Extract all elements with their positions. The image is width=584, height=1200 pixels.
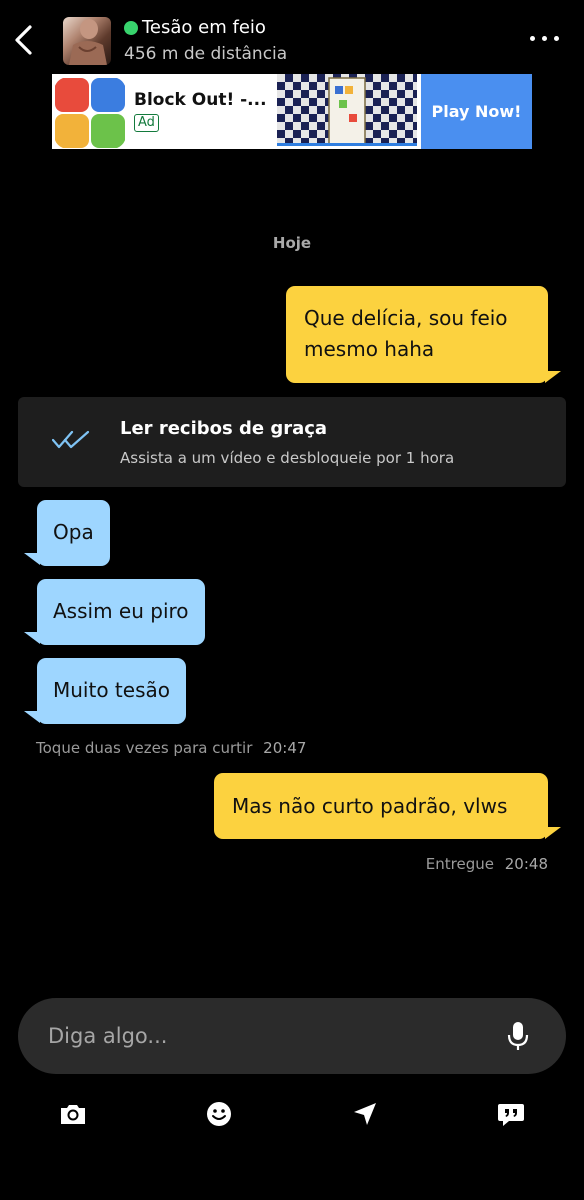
- message-text: Assim eu piro: [53, 599, 189, 623]
- bubble-tail: [545, 827, 561, 839]
- free-read-receipts-promo[interactable]: Ler recibos de graça Assista a um vídeo …: [18, 397, 566, 487]
- back-chevron-icon[interactable]: [8, 22, 38, 58]
- message-time: 20:47: [263, 739, 307, 757]
- message-text: Mas não curto padrão, vlws: [232, 794, 508, 818]
- mic-icon[interactable]: [506, 1020, 530, 1052]
- day-separator: Hoje: [272, 234, 312, 252]
- bubble-tail: [24, 553, 40, 565]
- double-tap-hint: Toque duas vezes para curtir: [36, 739, 253, 757]
- outgoing-message-bubble[interactable]: Mas não curto padrão, vlws: [214, 773, 548, 839]
- bubble-tail: [545, 371, 561, 383]
- bubble-tail: [24, 632, 40, 644]
- message-composer: [18, 998, 566, 1074]
- outgoing-message-bubble[interactable]: Que delícia, sou feio mesmo haha: [286, 286, 548, 383]
- contact-name[interactable]: Tesão em feio: [142, 17, 266, 38]
- delivery-status: Entregue: [425, 855, 494, 873]
- double-check-icon: [52, 430, 90, 449]
- quick-reply-icon[interactable]: [495, 1098, 527, 1130]
- message-text: Muito tesão: [53, 678, 170, 702]
- camera-icon[interactable]: [57, 1098, 89, 1130]
- incoming-message-bubble[interactable]: Muito tesão: [37, 658, 186, 724]
- ad-screenshot: [277, 74, 417, 146]
- message-input[interactable]: [48, 998, 488, 1074]
- outgoing-message-meta: Entregue 20:48: [426, 855, 548, 873]
- promo-title: Ler recibos de graça: [120, 418, 328, 439]
- contact-distance: 456 m de distância: [124, 44, 288, 64]
- incoming-message-bubble[interactable]: Opa: [37, 500, 110, 566]
- ad-title: Block Out! -...: [134, 90, 267, 110]
- ad-badge: Ad: [134, 114, 159, 132]
- incoming-message-meta: Toque duas vezes para curtir 20:47: [36, 739, 306, 757]
- location-icon[interactable]: [349, 1098, 381, 1130]
- more-options-icon[interactable]: [528, 28, 562, 48]
- promo-subtitle: Assista a um vídeo e desbloqueie por 1 h…: [120, 449, 455, 467]
- bubble-tail: [24, 711, 40, 723]
- chat-header: Tesão em feio 456 m de distância: [0, 0, 584, 72]
- message-text-line: mesmo haha: [304, 337, 435, 361]
- message-text: Opa: [53, 520, 94, 544]
- incoming-message-bubble[interactable]: Assim eu piro: [37, 579, 205, 645]
- emoji-icon[interactable]: [203, 1098, 235, 1130]
- message-time: 20:48: [504, 855, 548, 873]
- ad-banner[interactable]: Block Out! -... Ad Play Now!: [52, 74, 532, 149]
- ad-play-now-button[interactable]: Play Now!: [421, 74, 532, 149]
- online-status-dot: [124, 21, 138, 35]
- ad-app-icon: [54, 77, 126, 149]
- avatar[interactable]: [63, 17, 111, 65]
- message-text-line: Que delícia, sou feio: [304, 306, 508, 330]
